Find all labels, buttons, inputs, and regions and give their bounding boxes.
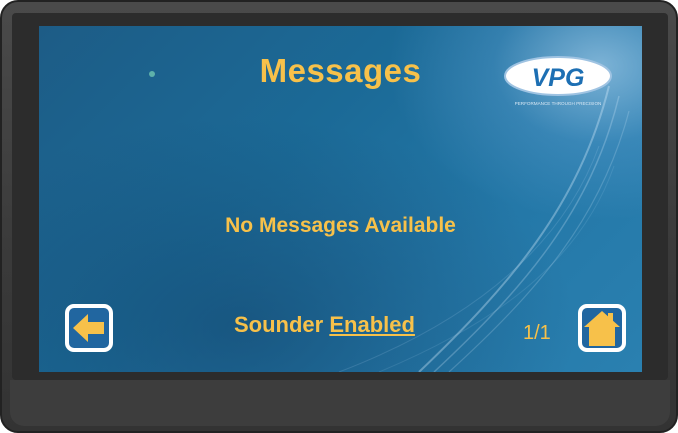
display-screen: Messages VPG PERFORMANCE THROUGH PRECISI… bbox=[39, 26, 642, 372]
left-arrow-icon bbox=[73, 314, 104, 342]
vpg-logo: VPG PERFORMANCE THROUGH PRECISION bbox=[504, 56, 612, 106]
device-frame: Messages VPG PERFORMANCE THROUGH PRECISI… bbox=[0, 0, 678, 433]
svg-text:PERFORMANCE THROUGH PRECISION: PERFORMANCE THROUGH PRECISION bbox=[515, 101, 602, 106]
home-button[interactable] bbox=[578, 304, 626, 352]
no-messages-text: No Messages Available bbox=[225, 214, 456, 237]
sounder-label: Sounder bbox=[234, 312, 324, 337]
back-button[interactable] bbox=[65, 304, 113, 352]
home-icon bbox=[584, 311, 620, 346]
sounder-status: Sounder Enabled bbox=[234, 312, 415, 338]
device-bottom-strip bbox=[10, 380, 670, 426]
svg-text:VPG: VPG bbox=[532, 64, 585, 92]
page-indicator: 1/1 bbox=[523, 322, 551, 344]
sounder-state-toggle[interactable]: Enabled bbox=[329, 312, 415, 337]
